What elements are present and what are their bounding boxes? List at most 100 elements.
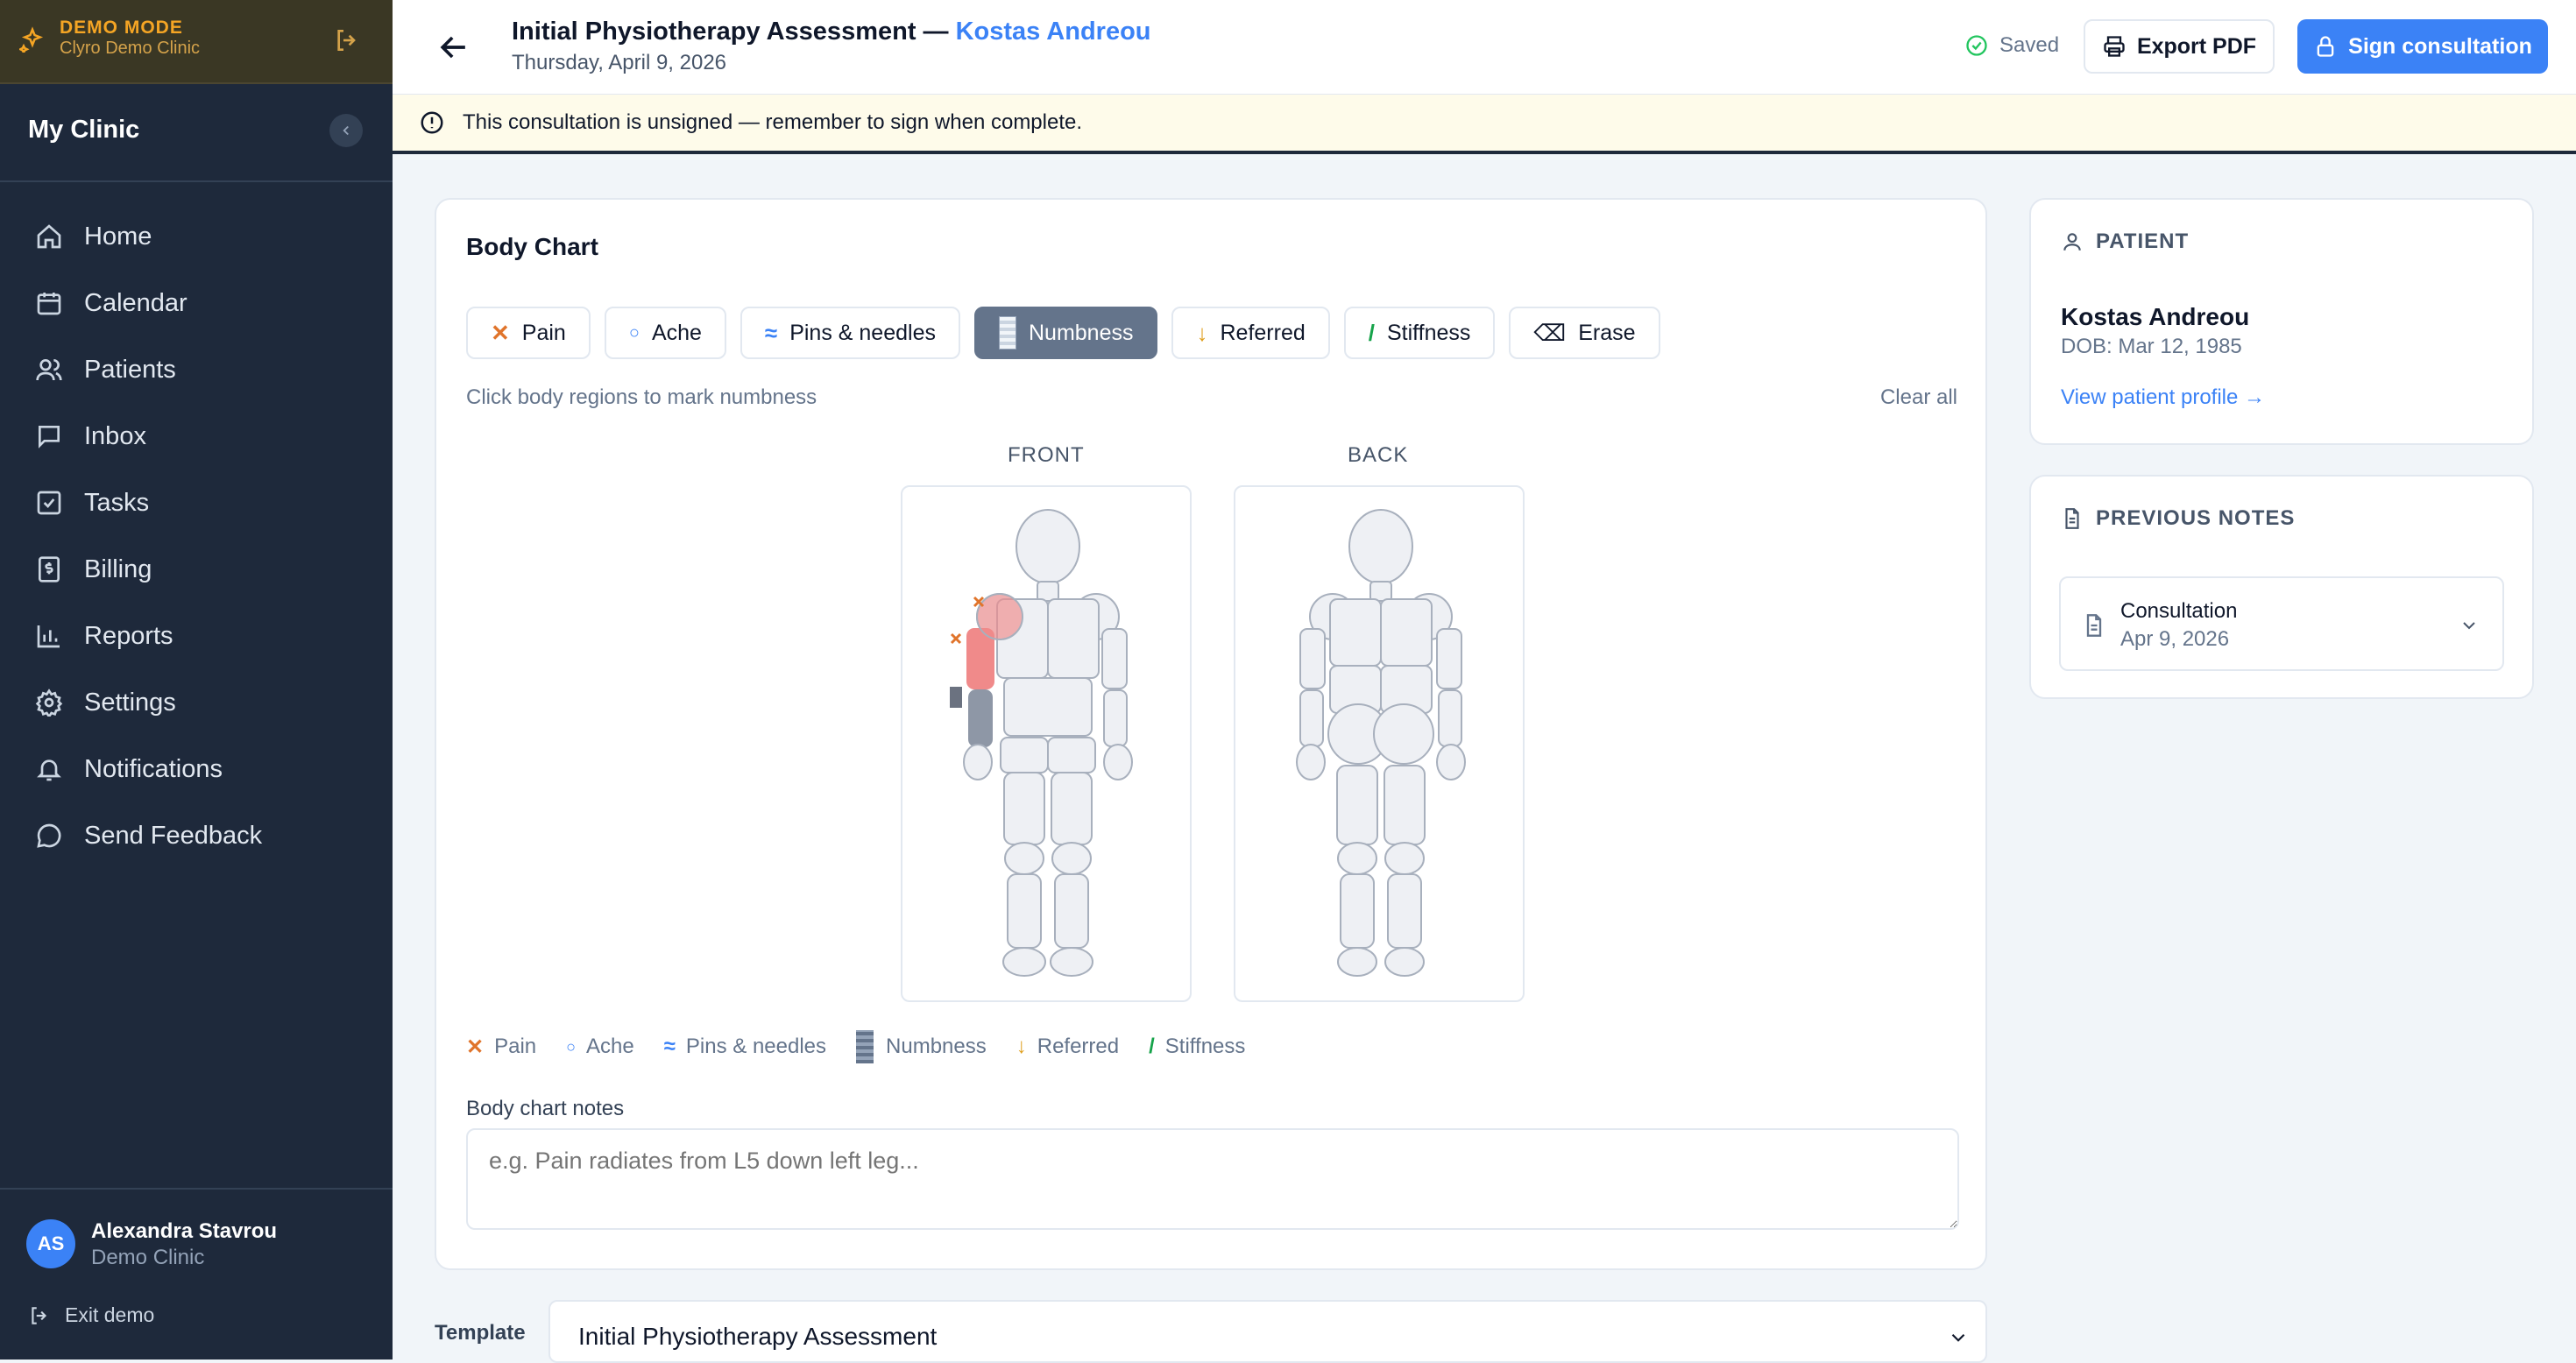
body-chart-notes-input[interactable] [466,1128,1959,1230]
back-hand-right[interactable] [1436,744,1466,780]
exit-demo-button[interactable]: Exit demo [28,1303,154,1327]
body-chart-title: Body Chart [466,233,598,260]
consultation-date: Thursday, April 9, 2026 [512,51,727,74]
back-glute-right[interactable] [1373,703,1434,765]
collapse-sidebar-button[interactable] [329,114,363,147]
back-knee-right[interactable] [1384,842,1425,875]
front-hip-right[interactable] [1000,737,1049,773]
tool-pain-button[interactable]: ✕ Pain [466,307,591,359]
sign-consultation-button[interactable]: Sign consultation [2297,19,2548,74]
template-select[interactable]: Initial Physiotherapy Assessment [548,1300,1987,1363]
previous-note-title: Consultation [2120,599,2238,623]
sidebar-nav: Home Calendar Patients Inbox Tasks Billi… [0,203,393,869]
sidebar-item-label: Inbox [84,421,146,450]
bell-icon [37,759,61,781]
demo-clinic-name: Clyro Demo Clinic [60,39,201,58]
patient-name-link[interactable]: Kostas Andreou [956,18,1151,46]
front-shin-left[interactable] [1054,873,1089,949]
front-body-diagram[interactable] [902,487,1193,1004]
pins-wave-icon: ≈ [663,1035,676,1058]
back-heel-left[interactable] [1337,947,1377,977]
back-upper-arm-left[interactable] [1299,628,1326,689]
legend-item: / Stiffness [1149,1035,1245,1059]
back-body-diagram[interactable] [1235,487,1526,1004]
sidebar-item-label: Notifications [84,754,223,783]
sidebar-item-patients[interactable]: Patients [0,336,393,403]
chat-bubble-icon [37,823,61,848]
page-header: Initial Physiotherapy Assessment — Kosta… [393,0,2576,95]
exit-icon [32,1306,47,1324]
front-thigh-left[interactable] [1051,772,1093,845]
sidebar-item-home[interactable]: Home [0,203,393,270]
back-hand-left[interactable] [1296,744,1326,780]
front-shin-right[interactable] [1007,873,1042,949]
previous-notes-label: PREVIOUS NOTES [2096,506,2296,530]
tool-pins-needles-button[interactable]: ≈ Pins & needles [740,307,960,359]
back-upper-back-right[interactable] [1380,598,1433,667]
back-calf-left[interactable] [1340,873,1375,949]
sidebar-item-calendar[interactable]: Calendar [0,270,393,336]
back-knee-left[interactable] [1337,842,1377,875]
front-neck[interactable] [1037,581,1059,602]
previous-notes-header: PREVIOUS NOTES [2061,506,2295,531]
back-calf-right[interactable] [1387,873,1422,949]
sidebar-item-settings[interactable]: Settings [0,669,393,736]
sidebar-item-notifications[interactable]: Notifications [0,736,393,802]
sidebar-item-reports[interactable]: Reports [0,603,393,669]
back-arrow-icon[interactable] [435,28,473,67]
back-forearm-right[interactable] [1438,689,1462,747]
sidebar-item-label: Settings [84,688,176,717]
tool-numbness-button[interactable]: Numbness [973,307,1158,359]
front-hip-left[interactable] [1047,737,1096,773]
chevron-down-icon[interactable] [2459,615,2480,636]
back-forearm-left[interactable] [1299,689,1324,747]
front-hand-right[interactable] [963,744,993,780]
front-forearm-right[interactable] [968,689,993,747]
front-forearm-left[interactable] [1103,689,1128,747]
front-foot-left[interactable] [1050,947,1093,977]
previous-note-item[interactable]: Consultation Apr 9, 2026 [2059,576,2504,671]
front-upper-arm-left[interactable] [1101,628,1128,689]
back-neck[interactable] [1369,581,1392,602]
front-head[interactable] [1016,509,1080,584]
front-knee-right[interactable] [1004,842,1044,875]
exit-demo-icon[interactable] [333,26,361,54]
legend-label: Pins & needles [685,1035,827,1058]
front-foot-right[interactable] [1002,947,1046,977]
back-hamstring-right[interactable] [1384,765,1426,845]
tool-referred-button[interactable]: ↓ Referred [1171,307,1330,359]
pain-marker [950,632,962,645]
sidebar-item-billing[interactable]: Billing [0,536,393,603]
back-head[interactable] [1348,509,1413,584]
export-pdf-button[interactable]: Export PDF [2084,19,2275,74]
legend-label: Stiffness [1164,1035,1246,1058]
back-hamstring-left[interactable] [1336,765,1378,845]
front-body-figure[interactable] [901,485,1192,1002]
sidebar-item-inbox[interactable]: Inbox [0,403,393,470]
legend-item: ≈ Pins & needles [664,1035,826,1059]
back-upper-arm-right[interactable] [1436,628,1462,689]
front-hand-left[interactable] [1103,744,1133,780]
front-shoulder-right-marked [976,593,1023,640]
front-knee-left[interactable] [1051,842,1092,875]
sidebar-item-send-feedback[interactable]: Send Feedback [0,802,393,869]
tool-ache-button[interactable]: ○ Ache [604,307,726,359]
clear-all-button[interactable]: Clear all [1880,385,1957,410]
front-abdomen[interactable] [1003,677,1093,737]
tool-stiffness-button[interactable]: / Stiffness [1343,307,1496,359]
back-heel-right[interactable] [1384,947,1425,977]
sidebar-item-label: Patients [84,355,176,384]
banner-text: This consultation is unsigned — remember… [463,110,1083,134]
tool-erase-button[interactable]: ⌫ Erase [1509,307,1660,359]
sidebar-item-tasks[interactable]: Tasks [0,470,393,536]
front-chest-left[interactable] [1047,598,1100,679]
numbness-marker [950,687,962,708]
view-patient-profile-link[interactable]: View patient profile → [2061,385,2265,410]
back-upper-back-left[interactable] [1329,598,1382,667]
page-title: Initial Physiotherapy Assessment — Kosta… [512,18,1151,46]
front-thigh-right[interactable] [1003,772,1045,845]
back-body-figure[interactable] [1234,485,1525,1002]
consultation-title: Initial Physiotherapy Assessment — [512,18,949,46]
ache-circle-icon: ○ [566,1037,577,1056]
template-value: Initial Physiotherapy Assessment [578,1323,938,1350]
